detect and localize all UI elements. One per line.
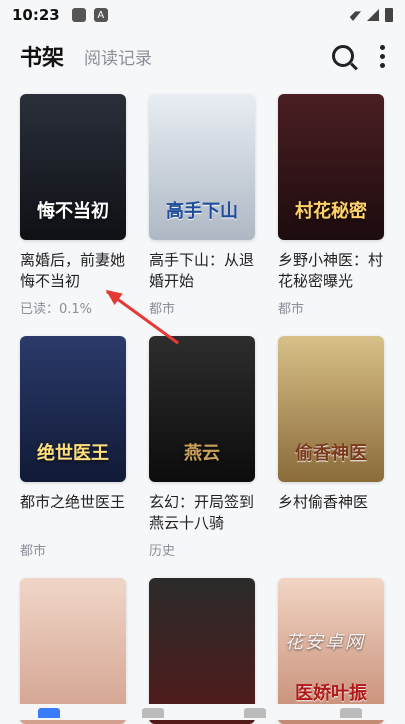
bottom-navigation <box>0 704 405 720</box>
cover-title: 医娇叶振 <box>278 684 384 704</box>
book-card[interactable]: 高手下山 高手下山：从退婚开始 都市 <box>149 94 255 316</box>
battery-icon <box>385 8 393 22</box>
book-cover[interactable]: 燕云 <box>149 336 255 482</box>
tab-bookshelf[interactable]: 书架 <box>20 40 64 72</box>
cover-title: 悔不当初 <box>20 202 126 222</box>
bookshelf-header: 书架 阅读记录 <box>0 36 405 76</box>
watermark: 花安卓网 <box>285 628 365 654</box>
nav-home-icon[interactable] <box>38 708 60 718</box>
nav-library-icon[interactable] <box>142 708 164 718</box>
nav-profile-icon[interactable] <box>340 708 362 718</box>
cover-title: 绝世医王 <box>20 444 126 464</box>
book-cover[interactable]: 村花秘密 <box>278 94 384 240</box>
more-icon[interactable] <box>380 45 385 68</box>
book-cover[interactable] <box>20 578 126 724</box>
book-cover[interactable]: 偷香神医 <box>278 336 384 482</box>
book-card[interactable]: 悔不当初 离婚后，前妻她悔不当初 已读：0.1% <box>20 94 126 316</box>
book-title[interactable]: 都市之绝世医王 <box>20 492 126 534</box>
book-title[interactable]: 高手下山：从退婚开始 <box>149 250 255 292</box>
app-notification-icon: A <box>94 8 108 22</box>
nav-category-icon[interactable] <box>244 708 266 718</box>
book-meta: 都市 <box>20 540 126 558</box>
book-title[interactable]: 乡村偷香神医 <box>278 492 384 534</box>
book-meta: 历史 <box>149 540 255 558</box>
signal-icon <box>367 9 379 21</box>
tab-reading-history[interactable]: 阅读记录 <box>84 44 152 69</box>
status-time: 10:23 <box>12 6 60 24</box>
header-actions <box>332 45 385 68</box>
cover-title: 高手下山 <box>149 202 255 222</box>
book-meta: 都市 <box>278 298 384 316</box>
book-card[interactable]: 偷香神医 乡村偷香神医 <box>278 336 384 558</box>
book-cover[interactable]: 绝世医王 <box>20 336 126 482</box>
cover-title: 村花秘密 <box>278 202 384 222</box>
wifi-icon <box>345 9 361 21</box>
book-title[interactable]: 乡野小神医：村花秘密曝光 <box>278 250 384 292</box>
search-icon[interactable] <box>332 45 354 67</box>
notification-icon <box>72 8 86 22</box>
status-right <box>345 8 393 22</box>
book-cover[interactable]: 悔不当初 <box>20 94 126 240</box>
status-bar: 10:23 A <box>0 0 405 30</box>
cover-title: 偷香神医 <box>278 444 384 464</box>
book-card[interactable]: 村花秘密 乡野小神医：村花秘密曝光 都市 <box>278 94 384 316</box>
book-card[interactable] <box>20 578 126 724</box>
book-meta <box>278 540 384 558</box>
cover-title: 燕云 <box>149 444 255 464</box>
book-cover[interactable]: 高手下山 <box>149 94 255 240</box>
book-cover[interactable] <box>149 578 255 724</box>
book-card[interactable] <box>149 578 255 724</box>
book-card[interactable]: 绝世医王 都市之绝世医王 都市 <box>20 336 126 558</box>
book-card[interactable]: 燕云 玄幻：开局签到燕云十八骑 历史 <box>149 336 255 558</box>
book-title[interactable]: 玄幻：开局签到燕云十八骑 <box>149 492 255 534</box>
book-meta: 都市 <box>149 298 255 316</box>
